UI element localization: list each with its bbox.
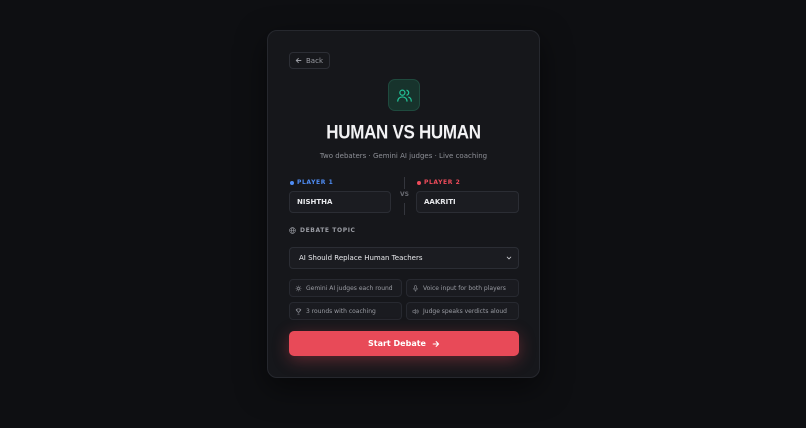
player-1-label-text: PLAYER 1	[297, 179, 334, 186]
feature-label: 3 rounds with coaching	[306, 307, 376, 315]
speaker-icon	[412, 308, 419, 314]
player-2-name-input[interactable]: AAKRITI	[416, 191, 519, 213]
vs-label: VS	[400, 191, 409, 198]
player-2-dot-icon	[417, 180, 421, 185]
player-1-label: PLAYER 1	[290, 179, 333, 186]
start-debate-button[interactable]: Start Debate	[289, 331, 519, 356]
mic-icon	[413, 284, 418, 292]
debate-topic-label: DEBATE TOPIC	[289, 227, 356, 234]
trophy-icon	[295, 308, 302, 314]
page-title: HUMAN VS HUMAN	[326, 121, 481, 144]
player-2-label: PLAYER 2	[417, 179, 460, 186]
debate-topic-select[interactable]: AI Should Replace Human Teachers	[289, 247, 519, 269]
vs-divider-top	[404, 177, 405, 189]
chevron-down-icon	[506, 256, 512, 260]
back-label: Back	[306, 56, 323, 65]
feature-label: Voice input for both players	[423, 284, 506, 292]
debate-topic-label-text: DEBATE TOPIC	[300, 227, 356, 234]
users-icon	[388, 79, 420, 111]
arrow-right-icon	[432, 340, 440, 347]
feature-judge-speaks: Judge speaks verdicts aloud	[406, 302, 519, 320]
feature-ai-judges: Gemini AI judges each round	[289, 279, 402, 297]
page-subtitle: Two debaters · Gemini AI judges · Live c…	[319, 152, 488, 160]
vs-divider-bottom	[404, 203, 405, 215]
brain-icon	[295, 285, 302, 291]
start-debate-label: Start Debate	[368, 339, 426, 348]
back-button[interactable]: Back	[289, 52, 330, 69]
debate-setup-card: Back HUMAN VS HUMAN Two debaters · Gemin…	[267, 30, 540, 378]
player-2-label-text: PLAYER 2	[424, 179, 461, 186]
globe-icon	[289, 227, 296, 234]
feature-label: Gemini AI judges each round	[306, 284, 393, 292]
player-1-dot-icon	[290, 180, 294, 185]
debate-topic-value: AI Should Replace Human Teachers	[299, 254, 423, 262]
feature-label: Judge speaks verdicts aloud	[423, 307, 507, 315]
feature-rounds: 3 rounds with coaching	[289, 302, 402, 320]
feature-voice-input: Voice input for both players	[406, 279, 519, 297]
arrow-left-icon	[295, 57, 302, 64]
player-1-name-input[interactable]: NISHTHA	[289, 191, 391, 213]
